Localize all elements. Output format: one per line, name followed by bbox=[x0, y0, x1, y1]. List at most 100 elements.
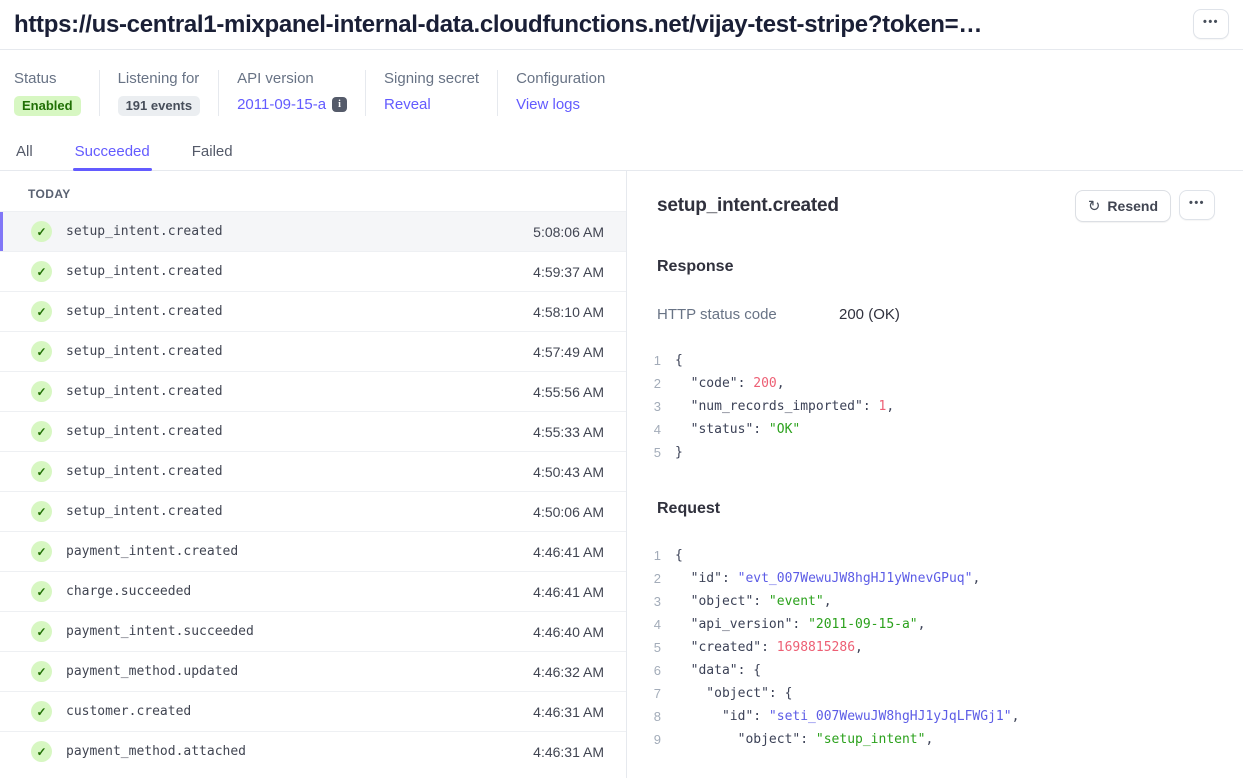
resend-label: Resend bbox=[1107, 198, 1158, 214]
status-label: Status bbox=[14, 70, 81, 87]
code-text: "status": "OK" bbox=[675, 422, 800, 437]
listening-for-label: Listening for bbox=[118, 70, 201, 87]
line-number: 8 bbox=[641, 709, 661, 724]
line-number: 4 bbox=[641, 422, 661, 437]
success-check-icon: ✓ bbox=[31, 501, 52, 522]
event-name: payment_method.attached bbox=[66, 744, 533, 759]
line-number: 7 bbox=[641, 686, 661, 701]
detail-header: setup_intent.created ↻ Resend ••• bbox=[657, 190, 1215, 222]
configuration-label: Configuration bbox=[516, 70, 605, 87]
summary-configuration: Configuration View logs bbox=[497, 70, 623, 116]
page-title: https://us-central1-mixpanel-internal-da… bbox=[14, 9, 982, 41]
detail-overflow-button[interactable]: ••• bbox=[1179, 190, 1215, 220]
event-row[interactable]: ✓payment_intent.created4:46:41 AM bbox=[0, 531, 626, 571]
event-row[interactable]: ✓charge.succeeded4:46:41 AM bbox=[0, 571, 626, 611]
event-row[interactable]: ✓ setup_intent.created4:50:06 AM bbox=[0, 491, 626, 531]
event-time: 4:46:32 AM bbox=[533, 664, 604, 680]
view-logs-link[interactable]: View logs bbox=[516, 96, 580, 113]
info-icon[interactable]: i bbox=[332, 97, 347, 112]
success-check-icon: ✓ bbox=[31, 541, 52, 562]
event-name: setup_intent.created bbox=[66, 304, 533, 319]
event-time: 4:46:41 AM bbox=[533, 544, 604, 560]
ellipsis-icon: ••• bbox=[1189, 198, 1205, 209]
success-check-icon: ✓ bbox=[31, 701, 52, 722]
line-number: 5 bbox=[641, 640, 661, 655]
resend-button[interactable]: ↻ Resend bbox=[1075, 190, 1171, 222]
api-version-label: API version bbox=[237, 70, 347, 87]
code-line: 4 "api_version": "2011-09-15-a", bbox=[641, 613, 1215, 636]
event-time: 4:59:37 AM bbox=[533, 264, 604, 280]
success-check-icon: ✓ bbox=[31, 301, 52, 322]
summary-signing-secret: Signing secret Reveal bbox=[365, 70, 497, 116]
http-status-label: HTTP status code bbox=[657, 306, 839, 323]
code-line: 8 "id": "seti_007WewuJW8hgHJ1yJqLFWGj1", bbox=[641, 705, 1215, 728]
event-row[interactable]: ✓payment_method.attached4:46:31 AM bbox=[0, 731, 626, 771]
event-name: setup_intent.created bbox=[66, 504, 533, 519]
line-number: 5 bbox=[641, 445, 661, 460]
event-row[interactable]: ✓setup_intent.created5:08:06 AM bbox=[0, 211, 626, 251]
event-name: setup_intent.created bbox=[66, 264, 533, 279]
code-line: 6 "data": { bbox=[641, 659, 1215, 682]
filter-tabs: All Succeeded Failed bbox=[0, 143, 1243, 171]
event-name: charge.succeeded bbox=[66, 584, 533, 599]
reveal-link[interactable]: Reveal bbox=[384, 96, 431, 113]
code-text: "object": "setup_intent", bbox=[675, 732, 933, 747]
code-text: "id": "evt_007WewuJW8hgHJ1yWnevGPuq", bbox=[675, 571, 980, 586]
line-number: 3 bbox=[641, 399, 661, 414]
code-line: 9 "object": "setup_intent", bbox=[641, 728, 1215, 751]
event-row[interactable]: ✓setup_intent.created4:50:43 AM bbox=[0, 451, 626, 491]
event-row[interactable]: ✓payment_intent.succeeded4:46:40 AM bbox=[0, 611, 626, 651]
request-heading: Request bbox=[657, 500, 1215, 518]
response-code-block: 1{2 "code": 200,3 "num_records_imported"… bbox=[641, 349, 1215, 464]
code-text: "created": 1698815286, bbox=[675, 640, 863, 655]
code-line: 3 "object": "event", bbox=[641, 590, 1215, 613]
event-time: 4:50:06 AM bbox=[533, 504, 604, 520]
code-text: "object": { bbox=[675, 686, 792, 701]
code-line: 3 "num_records_imported": 1, bbox=[641, 395, 1215, 418]
event-row[interactable]: ✓ customer.created4:46:31 AM bbox=[0, 691, 626, 731]
event-time: 4:46:31 AM bbox=[533, 704, 604, 720]
event-row[interactable]: ✓ setup_intent.created4:58:10 AM bbox=[0, 291, 626, 331]
code-line: 2 "code": 200, bbox=[641, 372, 1215, 395]
event-name: payment_intent.succeeded bbox=[66, 624, 533, 639]
event-row[interactable]: ✓setup_intent.created4:55:56 AM bbox=[0, 371, 626, 411]
success-check-icon: ✓ bbox=[31, 421, 52, 442]
tab-succeeded[interactable]: Succeeded bbox=[73, 143, 152, 170]
header-overflow-button[interactable]: ••• bbox=[1193, 9, 1229, 39]
success-check-icon: ✓ bbox=[31, 261, 52, 282]
event-rows: ✓setup_intent.created5:08:06 AM✓setup_in… bbox=[0, 211, 626, 771]
detail-actions: ↻ Resend ••• bbox=[1075, 190, 1215, 222]
tab-failed[interactable]: Failed bbox=[190, 143, 235, 170]
code-line: 7 "object": { bbox=[641, 682, 1215, 705]
event-time: 4:55:56 AM bbox=[533, 384, 604, 400]
event-row[interactable]: ✓setup_intent.created4:55:33 AM bbox=[0, 411, 626, 451]
response-heading: Response bbox=[657, 258, 1215, 276]
page-header: https://us-central1-mixpanel-internal-da… bbox=[0, 0, 1243, 50]
event-name: setup_intent.created bbox=[66, 344, 533, 359]
event-time: 4:58:10 AM bbox=[533, 304, 604, 320]
webhook-summary-strip: Status Enabled Listening for 191 events … bbox=[0, 50, 1243, 116]
tab-all[interactable]: All bbox=[14, 143, 35, 170]
signing-secret-label: Signing secret bbox=[384, 70, 479, 87]
event-row[interactable]: ✓setup_intent.created4:57:49 AM bbox=[0, 331, 626, 371]
line-number: 1 bbox=[641, 548, 661, 563]
code-line: 5 "created": 1698815286, bbox=[641, 636, 1215, 659]
code-text: "api_version": "2011-09-15-a", bbox=[675, 617, 925, 632]
event-name: customer.created bbox=[66, 704, 533, 719]
code-line: 5} bbox=[641, 441, 1215, 464]
event-list-panel: TODAY ✓setup_intent.created5:08:06 AM✓se… bbox=[0, 171, 627, 778]
line-number: 4 bbox=[641, 617, 661, 632]
api-version-value[interactable]: 2011-09-15-a bbox=[237, 96, 326, 113]
main-content: TODAY ✓setup_intent.created5:08:06 AM✓se… bbox=[0, 171, 1243, 778]
success-check-icon: ✓ bbox=[31, 341, 52, 362]
summary-listening-for: Listening for 191 events bbox=[99, 70, 219, 116]
event-name: setup_intent.created bbox=[66, 384, 533, 399]
event-name: setup_intent.created bbox=[66, 424, 533, 439]
event-detail-panel: setup_intent.created ↻ Resend ••• Respon… bbox=[627, 171, 1243, 778]
event-row[interactable]: ✓ setup_intent.created4:59:37 AM bbox=[0, 251, 626, 291]
line-number: 2 bbox=[641, 571, 661, 586]
code-text: "code": 200, bbox=[675, 376, 785, 391]
event-row[interactable]: ✓payment_method.updated4:46:32 AM bbox=[0, 651, 626, 691]
event-name: setup_intent.created bbox=[66, 224, 533, 239]
code-text: "id": "seti_007WewuJW8hgHJ1yJqLFWGj1", bbox=[675, 709, 1019, 724]
